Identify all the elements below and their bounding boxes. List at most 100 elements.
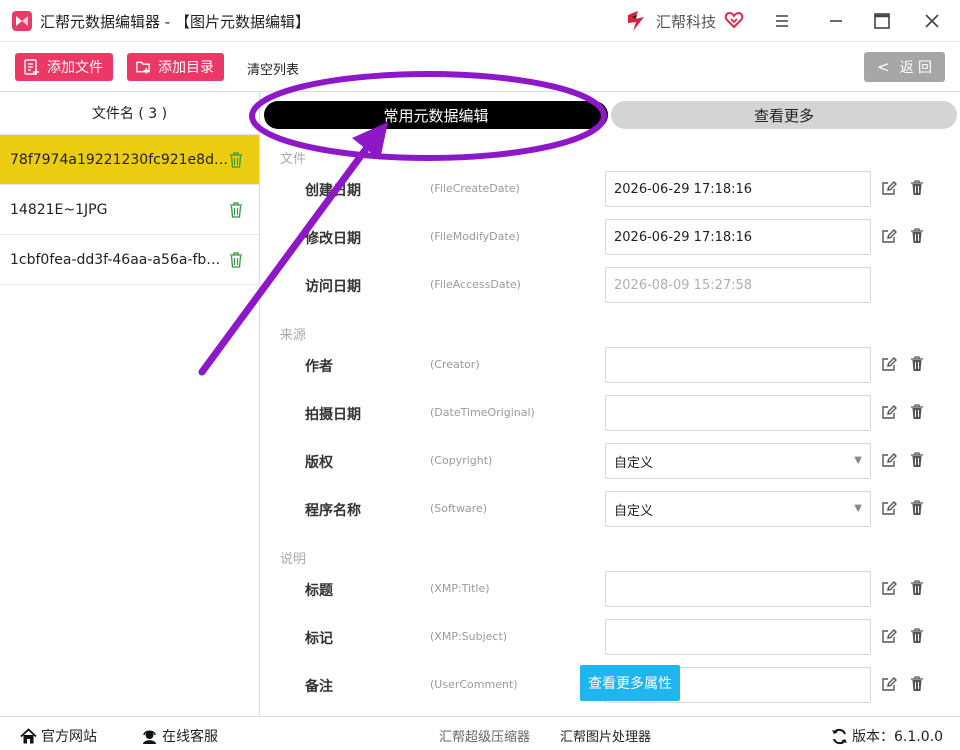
online-service-link[interactable]: 在线客服 [141, 726, 218, 746]
heart-icon[interactable] [724, 10, 744, 30]
modify-date-input[interactable]: 2026-06-29 17:18:16 [605, 219, 871, 255]
field-key-title: (XMP:Title) [430, 582, 490, 595]
edit-icon[interactable] [881, 676, 897, 692]
file-name: 1cbf0fea-dd3f-46aa-a56a-fbb5... [10, 251, 228, 268]
back-button[interactable]: < 返 回 [864, 52, 945, 82]
file-name: 78f7974a19221230fc921e8d6e58... [10, 151, 228, 168]
trash-icon[interactable] [910, 228, 924, 244]
trash-icon[interactable] [910, 452, 924, 468]
field-label-create-date: 创建日期 [305, 183, 361, 199]
copyright-select[interactable]: 自定义 ▼ [605, 443, 871, 479]
field-key-copyright: (Copyright) [430, 454, 493, 467]
section-title-description: 说明 [280, 552, 307, 567]
access-date-input: 2026-08-09 15:27:58 [605, 267, 871, 303]
field-label-modify-date: 修改日期 [305, 231, 361, 247]
official-website-label: 官方网站 [41, 729, 97, 745]
customer-service-icon [143, 730, 156, 744]
image-processor-link[interactable]: 汇帮图片处理器 [560, 726, 651, 745]
edit-icon[interactable] [881, 452, 897, 468]
menu-icon[interactable] [770, 9, 794, 33]
maximize-icon[interactable] [870, 9, 894, 33]
section-title-file: 文件 [280, 152, 307, 167]
view-more-attributes-button[interactable]: 查看更多属性 [580, 665, 680, 701]
trash-icon[interactable] [229, 152, 243, 168]
field-label-comment: 备注 [305, 679, 333, 695]
window-title: 汇帮元数据编辑器 - 【图片元数据编辑】 [40, 13, 310, 31]
field-key-access-date: (FileAccessDate) [430, 278, 521, 291]
dropdown-arrow-icon: ▼ [854, 503, 862, 514]
field-key-subject: (XMP:Subject) [430, 630, 508, 643]
trash-icon[interactable] [910, 404, 924, 420]
field-label-creator: 作者 [305, 359, 333, 375]
field-label-access-date: 访问日期 [305, 279, 361, 295]
trash-icon[interactable] [910, 500, 924, 516]
field-label-copyright: 版权 [305, 455, 333, 471]
add-file-label: 添加文件 [47, 60, 103, 76]
field-key-modify-date: (FileModifyDate) [430, 230, 520, 243]
subject-input[interactable] [605, 619, 871, 655]
clear-list-button[interactable]: 清空列表 [247, 59, 299, 78]
back-label: 返 回 [899, 60, 933, 76]
minimize-icon[interactable] [824, 9, 848, 33]
trash-icon[interactable] [910, 676, 924, 692]
file-list-panel: 文件名 ( 3 ) 78f7974a19221230fc921e8d6e58..… [0, 92, 260, 716]
edit-icon[interactable] [881, 500, 897, 516]
title-bar: 汇帮元数据编辑器 - 【图片元数据编辑】 汇帮科技 [0, 0, 960, 42]
close-icon[interactable] [920, 9, 944, 33]
datetime-original-input[interactable] [605, 395, 871, 431]
home-icon [20, 727, 37, 743]
create-date-input[interactable]: 2026-06-29 17:18:16 [605, 171, 871, 207]
trash-icon[interactable] [229, 252, 243, 268]
dropdown-arrow-icon: ▼ [854, 455, 862, 466]
add-directory-label: 添加目录 [158, 60, 214, 76]
chevron-left-icon: < [876, 58, 890, 76]
file-list-header: 文件名 ( 3 ) [0, 92, 259, 135]
section-title-source: 来源 [280, 328, 307, 343]
edit-icon[interactable] [881, 628, 897, 644]
edit-icon[interactable] [881, 228, 897, 244]
file-list-item[interactable]: 1cbf0fea-dd3f-46aa-a56a-fbb5... [0, 235, 259, 285]
add-file-icon [24, 59, 39, 75]
field-key-comment: (UserComment) [430, 678, 518, 691]
field-key-create-date: (FileCreateDate) [430, 182, 520, 195]
brand-name: 汇帮科技 [656, 13, 717, 31]
edit-icon[interactable] [881, 404, 897, 420]
field-label-subject: 标记 [305, 631, 333, 647]
add-directory-button[interactable]: 添加目录 [127, 53, 224, 81]
version-info: 版本：6.1.0.0 [831, 726, 943, 746]
brand-logo-icon [628, 11, 644, 31]
super-compressor-link[interactable]: 汇帮超级压缩器 [439, 726, 530, 745]
add-file-button[interactable]: 添加文件 [15, 53, 113, 81]
refresh-icon[interactable] [831, 728, 848, 745]
creator-input[interactable] [605, 347, 871, 383]
field-key-creator: (Creator) [430, 358, 480, 371]
software-selected-value: 自定义 [614, 503, 654, 519]
status-bar: 官方网站 在线客服 汇帮超级压缩器 汇帮图片处理器 版本：6.1.0.0 [0, 716, 960, 750]
software-select[interactable]: 自定义 ▼ [605, 491, 871, 527]
file-list-item[interactable]: 14821E~1JPG [0, 185, 259, 235]
add-folder-icon [136, 61, 150, 74]
field-label-datetime-original: 拍摄日期 [305, 407, 361, 423]
official-website-link[interactable]: 官方网站 [20, 726, 97, 746]
tab-view-more[interactable]: 查看更多 [611, 101, 957, 129]
edit-icon[interactable] [881, 180, 897, 196]
field-label-software: 程序名称 [305, 503, 361, 519]
copyright-selected-value: 自定义 [614, 455, 654, 471]
title-input[interactable] [605, 571, 871, 607]
file-list-item[interactable]: 78f7974a19221230fc921e8d6e58... [0, 135, 259, 185]
trash-icon[interactable] [910, 628, 924, 644]
version-label: 版本：6.1.0.0 [852, 729, 943, 745]
trash-icon[interactable] [229, 202, 243, 218]
edit-icon[interactable] [881, 580, 897, 596]
field-key-software: (Software) [430, 502, 488, 515]
app-logo-icon [12, 11, 32, 31]
toolbar: 添加文件 添加目录 清空列表 < 返 回 [0, 42, 960, 92]
tab-common-metadata[interactable]: 常用元数据编辑 [264, 101, 608, 129]
field-label-title: 标题 [305, 583, 333, 599]
trash-icon[interactable] [910, 580, 924, 596]
trash-icon[interactable] [910, 180, 924, 196]
trash-icon[interactable] [910, 356, 924, 372]
edit-icon[interactable] [881, 356, 897, 372]
online-service-label: 在线客服 [162, 729, 218, 745]
field-key-datetime-original: (DateTimeOriginal) [430, 406, 535, 419]
